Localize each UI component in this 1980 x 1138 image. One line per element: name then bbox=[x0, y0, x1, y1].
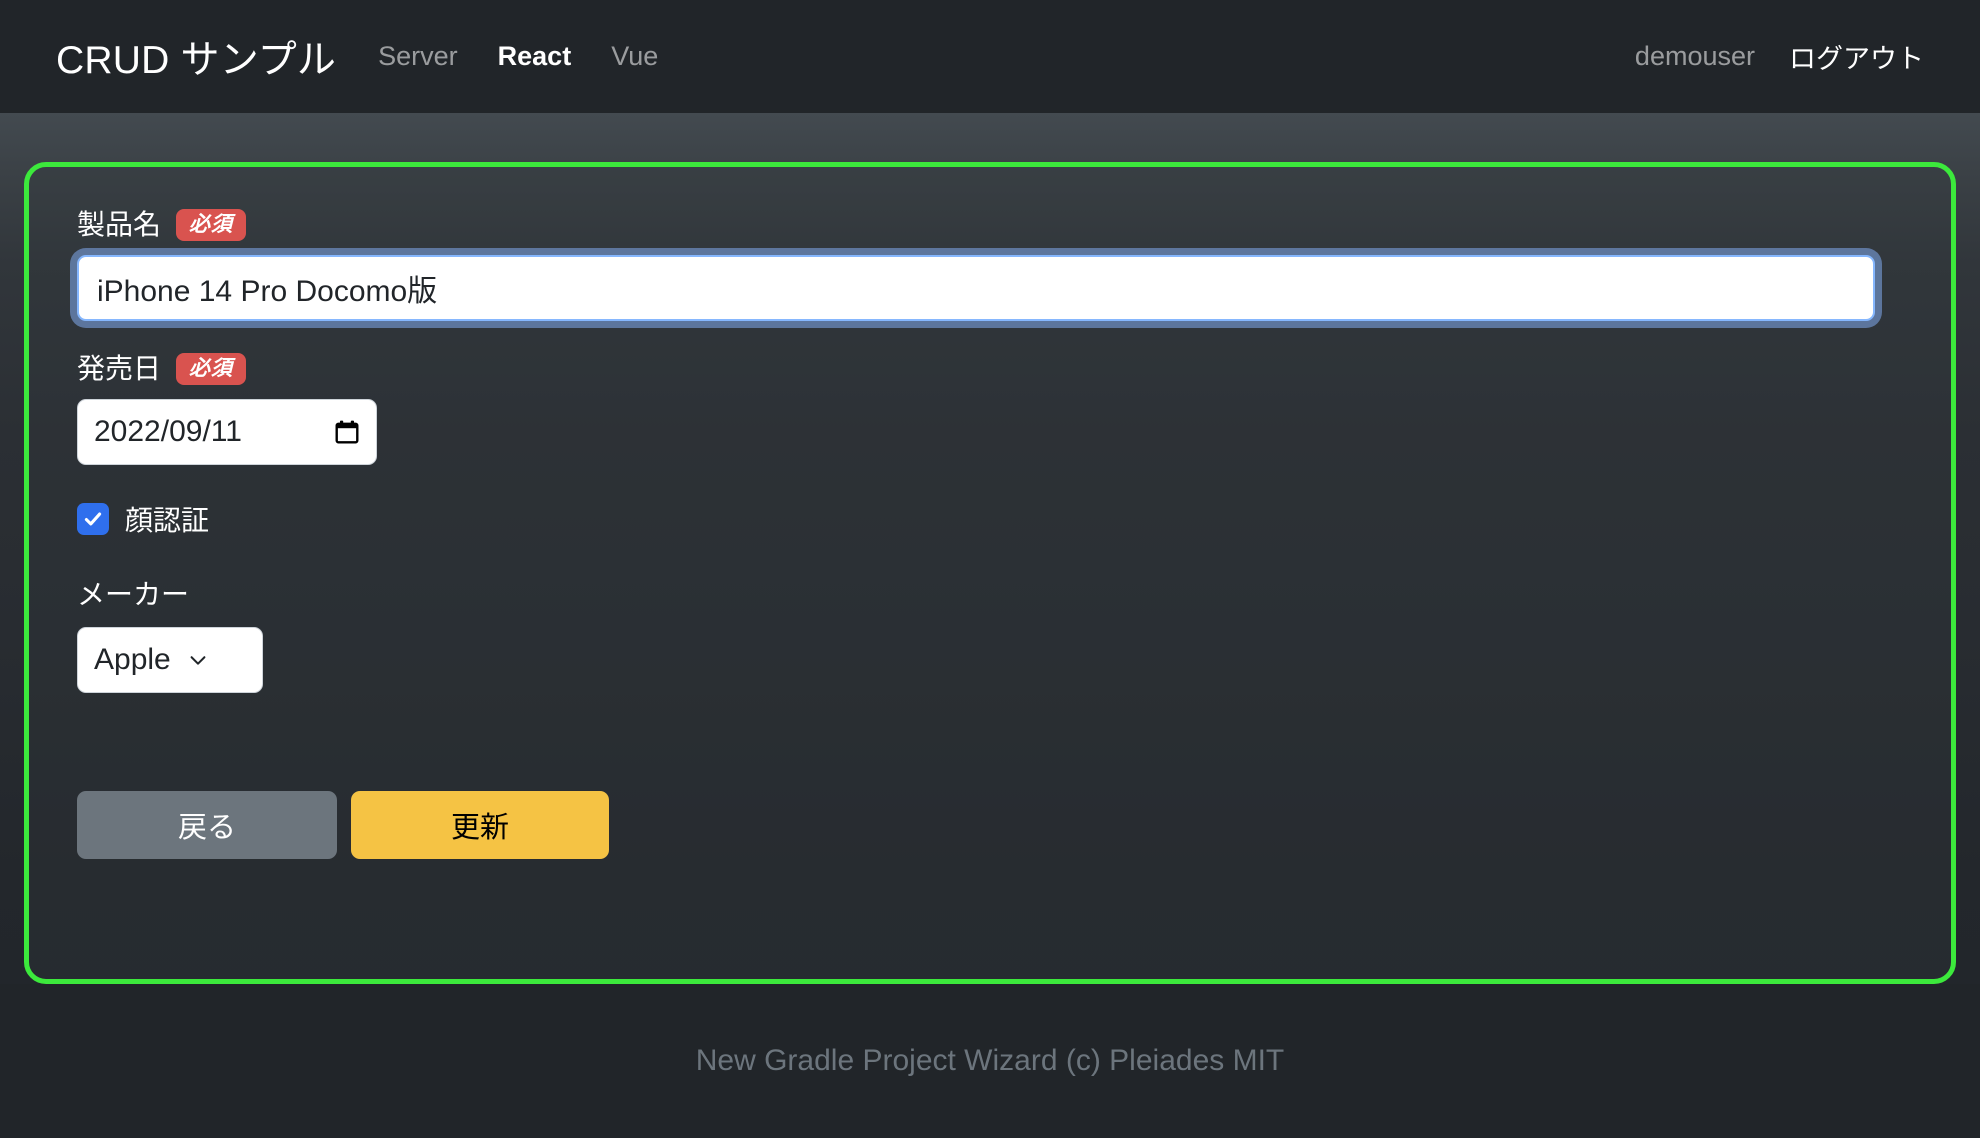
current-user-label: demouser bbox=[1634, 41, 1755, 71]
product-name-label: 製品名 bbox=[77, 208, 162, 240]
footer-text: New Gradle Project Wizard (c) Pleiades M… bbox=[695, 1044, 1285, 1077]
product-name-input-wrap bbox=[77, 255, 1875, 321]
face-auth-row[interactable]: 顔認証 bbox=[77, 499, 1903, 539]
release-date-label-row: 発売日 必須 bbox=[77, 353, 1903, 385]
nav-links: Server React Vue bbox=[378, 41, 658, 72]
form-actions: 戻る 更新 bbox=[77, 791, 1903, 859]
nav-link-react[interactable]: React bbox=[498, 41, 572, 72]
maker-select[interactable]: Apple bbox=[77, 627, 263, 693]
maker-label: メーカー bbox=[77, 579, 190, 610]
release-date-value: 2022/09/11 bbox=[94, 415, 242, 448]
nav-right-group: demouser ログアウト bbox=[1635, 37, 1924, 76]
product-name-input[interactable] bbox=[77, 255, 1875, 321]
face-auth-checkbox[interactable] bbox=[77, 503, 109, 535]
release-date-input[interactable]: 2022/09/11 bbox=[77, 399, 377, 465]
product-name-required-badge: 必須 bbox=[176, 209, 247, 241]
nav-link-server[interactable]: Server bbox=[378, 41, 458, 72]
face-auth-label[interactable]: 顔認証 bbox=[125, 499, 209, 539]
maker-selected-value: Apple bbox=[94, 643, 171, 676]
calendar-icon[interactable] bbox=[334, 419, 360, 445]
release-date-label: 発売日 bbox=[77, 352, 162, 384]
check-icon bbox=[84, 512, 102, 526]
product-name-label-row: 製品名 必須 bbox=[77, 209, 1903, 241]
logout-link[interactable]: ログアウト bbox=[1789, 37, 1924, 76]
page-footer: New Gradle Project Wizard (c) Pleiades M… bbox=[0, 984, 1980, 1138]
back-button[interactable]: 戻る bbox=[77, 791, 337, 859]
page-body: 製品名 必須 発売日 必須 2022/09/11 bbox=[0, 113, 1980, 1138]
brand-link[interactable]: CRUD サンプル bbox=[56, 29, 336, 85]
nav-link-vue[interactable]: Vue bbox=[611, 41, 658, 72]
release-date-required-badge: 必須 bbox=[176, 353, 247, 385]
chevron-down-icon bbox=[187, 649, 209, 671]
update-button[interactable]: 更新 bbox=[351, 791, 609, 859]
top-navbar: CRUD サンプル Server React Vue demouser ログアウ… bbox=[0, 0, 1980, 113]
product-edit-form: 製品名 必須 発売日 必須 2022/09/11 bbox=[24, 162, 1956, 984]
